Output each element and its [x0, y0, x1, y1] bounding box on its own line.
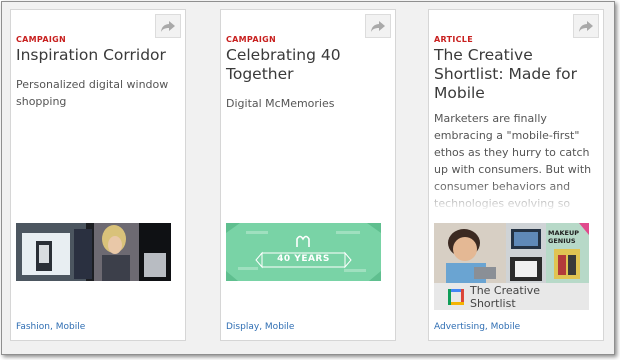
card-image[interactable]: MAKEUP GENIUS The Creative Shortlist: [434, 223, 589, 310]
card-image[interactable]: 40 YEARS: [226, 223, 381, 281]
category-link[interactable]: Mobile: [265, 322, 295, 332]
card-description: Digital McMemories: [226, 97, 335, 110]
card-categories: Display, Mobile: [226, 322, 294, 332]
card-description: Marketers are finally embracing a "mobil…: [434, 110, 596, 212]
content-frame: CAMPAIGN Inspiration Corridor Personaliz…: [1, 1, 615, 355]
card-type-label: CAMPAIGN: [226, 35, 276, 44]
shortlist-banner: The Creative Shortlist: [434, 283, 589, 310]
category-link[interactable]: Display: [226, 322, 259, 332]
card-title[interactable]: The Creative Shortlist: Made for Mobile: [434, 46, 599, 103]
card-categories: Advertising, Mobile: [434, 322, 520, 332]
card-type-label: ARTICLE: [434, 35, 473, 44]
card-image[interactable]: [16, 223, 171, 281]
card-title[interactable]: Inspiration Corridor: [16, 46, 181, 65]
card-inspiration-corridor[interactable]: CAMPAIGN Inspiration Corridor Personaliz…: [10, 9, 186, 341]
share-arrow-icon: [579, 20, 593, 32]
shortlist-caption: The Creative Shortlist: [469, 283, 541, 310]
share-button[interactable]: [573, 14, 599, 38]
category-link[interactable]: Advertising: [434, 322, 485, 332]
card-celebrating-40[interactable]: CAMPAIGN Celebrating 40 Together Digital…: [220, 9, 396, 341]
shortlist-logo-icon: [448, 288, 464, 305]
card-title[interactable]: Celebrating 40 Together: [226, 46, 391, 84]
card-creative-shortlist[interactable]: ARTICLE The Creative Shortlist: Made for…: [428, 9, 604, 341]
category-link[interactable]: Mobile: [56, 322, 86, 332]
category-link[interactable]: Mobile: [491, 322, 521, 332]
share-arrow-icon: [161, 20, 175, 32]
anniversary-banner-text: 40 YEARS: [277, 254, 330, 264]
share-button[interactable]: [365, 14, 391, 38]
card-description: Personalized digital window shopping: [16, 78, 169, 108]
category-link[interactable]: Fashion: [16, 322, 50, 332]
text-fade-overlay: [434, 182, 596, 212]
share-button[interactable]: [155, 14, 181, 38]
card-type-label: CAMPAIGN: [16, 35, 66, 44]
image-badge-text: MAKEUP GENIUS: [548, 229, 580, 245]
card-categories: Fashion, Mobile: [16, 322, 85, 332]
share-arrow-icon: [371, 20, 385, 32]
